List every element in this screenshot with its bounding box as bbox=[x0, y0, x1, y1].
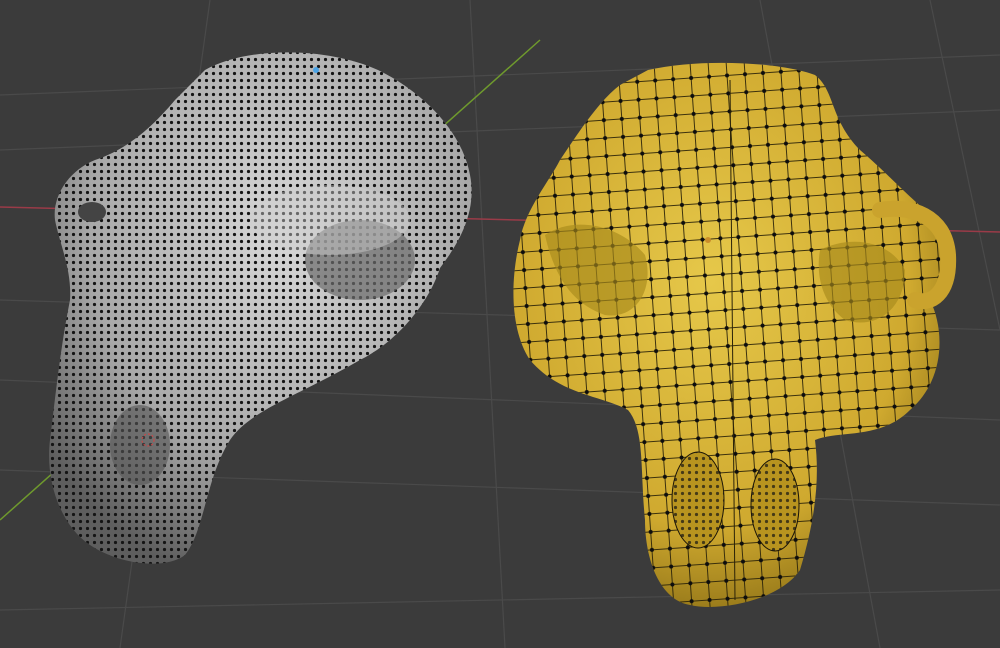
scan-skull-nostril bbox=[110, 405, 170, 485]
retopo-skull-nostril-dots-left bbox=[672, 452, 724, 548]
scan-skull-cheek bbox=[250, 185, 410, 255]
scan-skull-side-hole bbox=[78, 202, 106, 222]
selected-vertex-icon bbox=[313, 67, 319, 73]
viewport-canvas[interactable] bbox=[0, 0, 1000, 648]
retopo-skull-nostril-dots-right bbox=[751, 459, 799, 551]
3d-cursor-icon[interactable] bbox=[705, 237, 711, 243]
3d-viewport[interactable] bbox=[0, 0, 1000, 648]
